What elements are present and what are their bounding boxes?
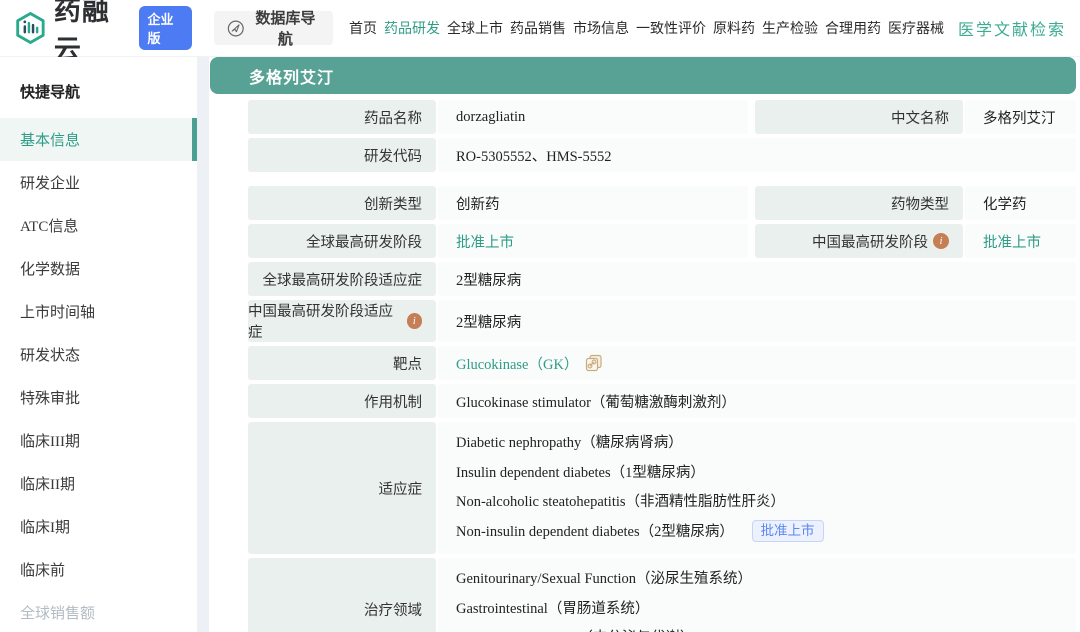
sidebar-item-atc-info[interactable]: ATC信息 — [0, 204, 197, 247]
sidebar-item-clinical-phase2[interactable]: 临床II期 — [0, 462, 197, 505]
field-label-china-stage: 中国最高研发阶段 i — [755, 224, 963, 258]
field-label-therapy-areas: 治疗领域 — [248, 558, 436, 632]
table-row: 研发代码 RO-5305552、HMS-5552 — [248, 138, 1076, 172]
field-value-china-stage-indication: 2型糖尿病 — [438, 300, 1076, 342]
global-stage-link[interactable]: 批准上市 — [456, 231, 514, 252]
sidebar-item-global-sales[interactable]: 全球销售额 — [0, 591, 197, 632]
sidebar-item-launch-timeline[interactable]: 上市时间轴 — [0, 290, 197, 333]
target-link[interactable]: Glucokinase（GK） — [456, 353, 578, 374]
sidebar-item-chemical-data[interactable]: 化学数据 — [0, 247, 197, 290]
field-label-global-stage: 全球最高研发阶段 — [248, 224, 436, 258]
field-value-china-stage: 批准上市 — [965, 224, 1076, 258]
table-row: 创新类型 创新药 药物类型 化学药 — [248, 186, 1076, 220]
field-label-target: 靶点 — [248, 346, 436, 380]
nav-link-drug-sales[interactable]: 药品销售 — [510, 18, 566, 38]
field-value-innovation-type: 创新药 — [438, 186, 748, 220]
field-label-global-stage-indication: 全球最高研发阶段适应症 — [248, 262, 436, 296]
sidebar-item-rd-companies[interactable]: 研发企业 — [0, 161, 197, 204]
sidebar-title: 快捷导航 — [0, 71, 197, 118]
nav-link-drug-rd[interactable]: 药品研发 — [384, 18, 440, 38]
quick-nav-sidebar: 快捷导航 基本信息 研发企业 ATC信息 化学数据 上市时间轴 研发状态 特殊审… — [0, 57, 197, 632]
field-value-therapy-areas: Genitourinary/Sexual Function（泌尿生殖系统） Ga… — [438, 558, 1076, 632]
sidebar-item-basic-info[interactable]: 基本信息 — [0, 118, 197, 161]
field-label-mechanism: 作用机制 — [248, 384, 436, 418]
main-content: 多格列艾汀 药品名称 dorzagliatin 中文名称 多格列艾汀 研发代码 … — [209, 57, 1080, 632]
body-row: 快捷导航 基本信息 研发企业 ATC信息 化学数据 上市时间轴 研发状态 特殊审… — [0, 57, 1080, 632]
external-link-icon[interactable] — [585, 354, 603, 372]
table-row: 中国最高研发阶段适应症 i 2型糖尿病 — [248, 300, 1076, 342]
indication-item: Non-insulin dependent diabetes（2型糖尿病） 批准… — [456, 518, 1076, 548]
sidebar-item-special-approval[interactable]: 特殊审批 — [0, 376, 197, 419]
sidebar-item-rd-status[interactable]: 研发状态 — [0, 333, 197, 376]
field-label-cn-name: 中文名称 — [755, 100, 963, 134]
field-label-innovation-type: 创新类型 — [248, 186, 436, 220]
nav-link-market-info[interactable]: 市场信息 — [573, 18, 629, 38]
sidebar-item-preclinical[interactable]: 临床前 — [0, 548, 197, 591]
logo-hexagon-icon — [14, 10, 47, 46]
table-row: 治疗领域 Genitourinary/Sexual Function（泌尿生殖系… — [248, 558, 1076, 632]
indication-item-text: Non-insulin dependent diabetes（2型糖尿病） — [456, 524, 734, 540]
database-nav-button[interactable]: 数据库导航 — [214, 11, 333, 45]
sidebar-content-divider — [197, 57, 209, 632]
china-stage-label-text: 中国最高研发阶段 — [812, 231, 928, 252]
field-value-rd-code: RO-5305552、HMS-5552 — [438, 138, 1076, 172]
therapy-area-item: Endocrine/Metabolic（内分泌与代谢） — [456, 624, 1076, 632]
nav-link-rational-use[interactable]: 合理用药 — [825, 18, 881, 38]
info-icon[interactable]: i — [407, 313, 422, 329]
field-label-rd-code: 研发代码 — [248, 138, 436, 172]
table-row: 药品名称 dorzagliatin 中文名称 多格列艾汀 — [248, 100, 1076, 134]
approved-status-badge: 批准上市 — [752, 520, 824, 542]
nav-link-api[interactable]: 原料药 — [713, 18, 755, 38]
table-row: 适应症 Diabetic nephropathy（糖尿病肾病） Insulin … — [248, 422, 1076, 554]
top-navbar: 药融云 企业版 数据库导航 首页 药品研发 全球上市 药品销售 市场信息 一致性… — [0, 0, 1080, 57]
field-value-drug-name: dorzagliatin — [438, 100, 748, 134]
medical-literature-search-link[interactable]: 医学文献检索 — [958, 16, 1066, 40]
field-value-global-stage-indication: 2型糖尿病 — [438, 262, 1076, 296]
sidebar-item-clinical-phase1[interactable]: 临床I期 — [0, 505, 197, 548]
sidebar-item-clinical-phase3[interactable]: 临床III期 — [0, 419, 197, 462]
nav-link-home[interactable]: 首页 — [349, 18, 377, 38]
field-value-target: Glucokinase（GK） — [438, 346, 1076, 380]
field-label-indications: 适应症 — [248, 422, 436, 554]
nav-link-consistency-eval[interactable]: 一致性评价 — [636, 18, 706, 38]
table-row: 靶点 Glucokinase（GK） — [248, 346, 1076, 380]
china-stage-link[interactable]: 批准上市 — [983, 231, 1041, 252]
app-root: 药融云 企业版 数据库导航 首页 药品研发 全球上市 药品销售 市场信息 一致性… — [0, 0, 1080, 632]
field-value-global-stage: 批准上市 — [438, 224, 748, 258]
primary-nav: 首页 药品研发 全球上市 药品销售 市场信息 一致性评价 原料药 生产检验 合理… — [349, 18, 944, 38]
field-value-cn-name: 多格列艾汀 — [965, 100, 1076, 134]
drug-title: 多格列艾汀 — [249, 64, 334, 88]
table-row: 全球最高研发阶段 批准上市 中国最高研发阶段 i 批准上市 — [248, 224, 1076, 258]
field-label-china-stage-indication: 中国最高研发阶段适应症 i — [248, 300, 436, 342]
field-label-drug-name: 药品名称 — [248, 100, 436, 134]
indication-item: Insulin dependent diabetes（1型糖尿病） — [456, 459, 1076, 489]
compass-send-icon — [227, 19, 245, 38]
field-label-drug-type: 药物类型 — [755, 186, 963, 220]
nav-link-production-inspection[interactable]: 生产检验 — [762, 18, 818, 38]
indication-item: Non-alcoholic steatohepatitis（非酒精性脂肪性肝炎） — [456, 488, 1076, 518]
drug-detail-panel: 多格列艾汀 药品名称 dorzagliatin 中文名称 多格列艾汀 研发代码 … — [209, 57, 1080, 632]
info-icon[interactable]: i — [933, 233, 949, 249]
field-value-mechanism: Glucokinase stimulator（葡萄糖激酶刺激剂） — [438, 384, 1076, 418]
indication-item: Diabetic nephropathy（糖尿病肾病） — [456, 429, 1076, 459]
basic-info-table: 药品名称 dorzagliatin 中文名称 多格列艾汀 研发代码 RO-530… — [209, 94, 1080, 632]
therapy-area-item: Genitourinary/Sexual Function（泌尿生殖系统） — [456, 565, 1076, 595]
field-value-indications: Diabetic nephropathy（糖尿病肾病） Insulin depe… — [438, 422, 1076, 554]
nav-link-global-launch[interactable]: 全球上市 — [447, 18, 503, 38]
china-stage-indication-label-text: 中国最高研发阶段适应症 — [248, 300, 402, 342]
table-row: 全球最高研发阶段适应症 2型糖尿病 — [248, 262, 1076, 296]
enterprise-badge: 企业版 — [139, 6, 193, 50]
field-value-drug-type: 化学药 — [965, 186, 1076, 220]
panel-header: 多格列艾汀 — [210, 57, 1076, 94]
table-row: 作用机制 Glucokinase stimulator（葡萄糖激酶刺激剂） — [248, 384, 1076, 418]
nav-link-medical-device[interactable]: 医疗器械 — [888, 18, 944, 38]
therapy-area-item: Gastrointestinal（胃肠道系统） — [456, 595, 1076, 625]
database-nav-label: 数据库导航 — [251, 7, 320, 49]
